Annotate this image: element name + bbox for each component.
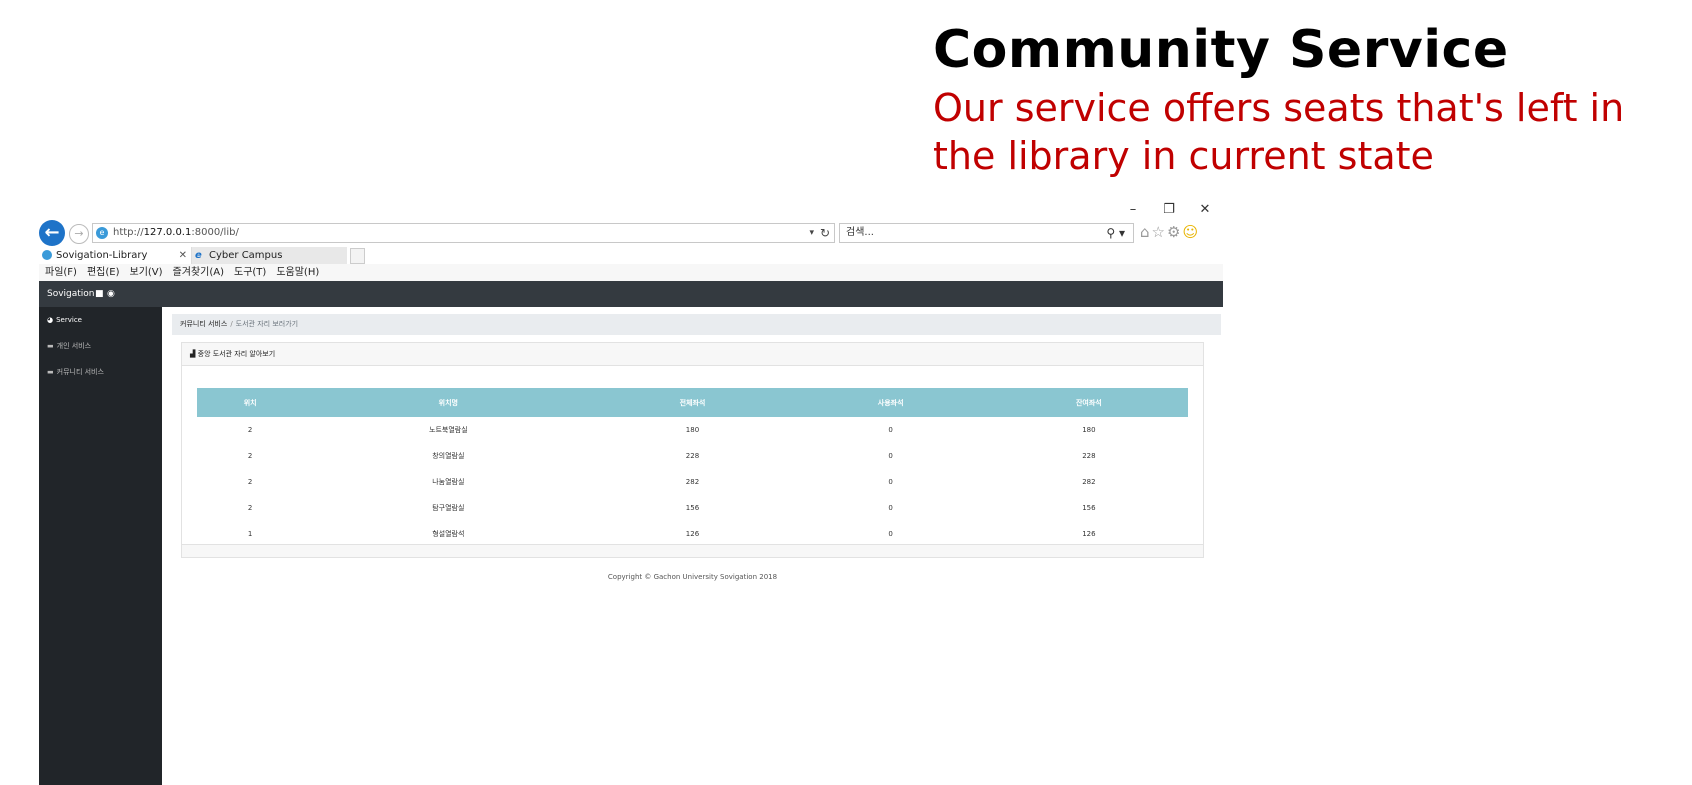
tab-strip: Sovigation-Library ✕ e Cyber Campus <box>39 247 1223 264</box>
table-cell: 0 <box>888 478 893 486</box>
page-footer: Copyright © Gachon University Sovigation… <box>607 573 778 581</box>
column-header: 위치 <box>197 388 304 417</box>
browser-navbar: ← → e http://127.0.0.1:8000/lib/ ▾ ↻ 검색.… <box>39 219 1223 247</box>
card-header: ▟ 중앙 도서관 자리 알아보기 <box>182 343 1203 366</box>
table-cell: 228 <box>1082 452 1096 460</box>
column-header: 위치명 <box>303 388 594 417</box>
table-cell: 노트북열람실 <box>429 426 468 434</box>
favorites-star-icon[interactable]: ☆ <box>1152 223 1165 241</box>
breadcrumb-separator: / <box>230 320 233 328</box>
search-input[interactable]: 검색... ⚲ ▾ <box>839 223 1134 243</box>
slide-subtitle: Our service offers seats that's left in … <box>933 86 1625 178</box>
search-icon[interactable]: ⚲ ▾ <box>1106 224 1125 242</box>
refresh-icon[interactable]: ↻ <box>820 224 830 242</box>
menu-view[interactable]: 보기(V) <box>130 264 163 281</box>
slide-title: Community Service <box>933 20 1509 80</box>
table-header-row: 위치 위치명 전체좌석 사용좌석 잔여좌석 <box>197 388 1188 417</box>
table-row: 2 노트북열람실 180 0 180 <box>197 417 1188 443</box>
sidebar-item-label: 개인 서비스 <box>56 342 92 350</box>
menu-help[interactable]: 도움말(H) <box>276 264 319 281</box>
tab-sovigation-library[interactable]: Sovigation-Library ✕ <box>39 247 192 264</box>
table-cell: 156 <box>1082 504 1096 512</box>
sidebar-item-service[interactable]: ◕ Service <box>47 316 82 324</box>
tab-favicon-icon: e <box>195 250 202 261</box>
table-cell: 0 <box>888 504 893 512</box>
menu-edit[interactable]: 편집(E) <box>87 264 120 281</box>
folder-icon: ▬ <box>47 342 54 350</box>
table-cell: 2 <box>247 478 253 486</box>
table-cell: 0 <box>888 426 893 434</box>
tab-label: Sovigation-Library <box>56 250 148 261</box>
table-cell: 창의열람실 <box>432 452 465 460</box>
search-placeholder: 검색... <box>846 227 874 238</box>
home-icon[interactable]: ⌂ <box>1140 223 1150 241</box>
dashboard-icon: ◕ <box>47 316 54 324</box>
minimize-button[interactable]: – <box>1115 201 1151 219</box>
breadcrumb-parent[interactable]: 커뮤니티 서비스 <box>180 320 227 328</box>
sidebar: ◕ Service ▬ 개인 서비스 ▬ 커뮤니티 서비스 <box>39 307 162 785</box>
seats-table: 위치 위치명 전체좌석 사용좌석 잔여좌석 2 노트북열람실 180 0 180 <box>197 388 1188 547</box>
table-cell: 228 <box>685 452 700 460</box>
table-cell: 180 <box>685 426 700 434</box>
address-url: http://127.0.0.1:8000/lib/ <box>113 227 239 238</box>
menu-toggle-icon[interactable]: ■ <box>95 281 104 307</box>
sidebar-item-label: 커뮤니티 서비스 <box>56 368 104 376</box>
sidebar-item-personal[interactable]: ▬ 개인 서비스 <box>47 341 91 351</box>
close-tab-icon[interactable]: ✕ <box>179 247 187 264</box>
feedback-smiley-icon[interactable]: ☺ <box>1182 223 1198 241</box>
app-brand[interactable]: Sovigation <box>47 281 95 307</box>
table-cell: 2 <box>247 452 253 460</box>
table-cell: 282 <box>685 478 700 486</box>
column-header: 전체좌석 <box>593 388 792 417</box>
page-favicon-icon: e <box>96 227 108 239</box>
tab-favicon-icon <box>42 250 52 260</box>
restore-button[interactable]: ❐ <box>1151 201 1187 219</box>
card-title: 중앙 도서관 자리 알아보기 <box>197 350 276 358</box>
address-bar[interactable]: e http://127.0.0.1:8000/lib/ ▾ ↻ <box>92 223 835 243</box>
menu-favorites[interactable]: 즐겨찾기(A) <box>173 264 224 281</box>
table-row: 2 나눔열람실 282 0 282 <box>197 469 1188 495</box>
table-cell: 나눔열람실 <box>432 478 465 486</box>
tab-cyber-campus[interactable]: e Cyber Campus <box>192 247 347 264</box>
column-header: 사용좌석 <box>791 388 990 417</box>
sidebar-item-label: Service <box>56 316 82 324</box>
table-cell: 탐구열람실 <box>432 504 465 512</box>
user-icon[interactable]: ◉ <box>107 281 115 307</box>
table-cell: 282 <box>1082 478 1096 486</box>
breadcrumb: 커뮤니티 서비스 / 도서관 자리 보러가기 <box>172 314 1221 335</box>
forward-arrow-icon[interactable]: → <box>69 224 89 244</box>
address-dropdown-icon[interactable]: ▾ <box>809 224 814 242</box>
table-cell: 0 <box>888 452 893 460</box>
app-topbar: Sovigation ■ ◉ <box>39 281 1223 307</box>
tab-label: Cyber Campus <box>209 250 283 261</box>
window-controls: – ❐ ✕ <box>1115 201 1223 219</box>
settings-gear-icon[interactable]: ⚙ <box>1167 223 1180 241</box>
table-cell: 2 <box>247 504 253 512</box>
menu-bar: 파일(F) 편집(E) 보기(V) 즐겨찾기(A) 도구(T) 도움말(H) <box>39 264 1223 281</box>
card-footer <box>182 544 1203 557</box>
table-cell: 180 <box>1082 426 1096 434</box>
table-cell: 156 <box>685 504 700 512</box>
table-cell: 2 <box>247 426 253 434</box>
browser-tools: ⌂ ☆ ⚙ ☺ <box>1140 223 1198 241</box>
back-arrow-icon[interactable]: ← <box>39 220 65 246</box>
menu-file[interactable]: 파일(F) <box>45 264 77 281</box>
close-window-button[interactable]: ✕ <box>1187 201 1223 219</box>
sidebar-item-community[interactable]: ▬ 커뮤니티 서비스 <box>47 367 104 377</box>
table-row: 2 창의열람실 228 0 228 <box>197 443 1188 469</box>
seats-card: ▟ 중앙 도서관 자리 알아보기 위치 위치명 전체좌석 사용좌석 잔여좌석 2 <box>181 342 1204 558</box>
table-row: 2 탐구열람실 156 0 156 <box>197 495 1188 521</box>
chair-icon: ▟ <box>190 350 196 358</box>
browser-window: – ❐ ✕ ← → e http://127.0.0.1:8000/lib/ ▾… <box>39 201 1223 785</box>
main-content: 커뮤니티 서비스 / 도서관 자리 보러가기 ▟ 중앙 도서관 자리 알아보기 위치… <box>162 307 1223 785</box>
folder-icon: ▬ <box>47 368 54 376</box>
menu-tools[interactable]: 도구(T) <box>234 264 266 281</box>
column-header: 잔여좌석 <box>989 388 1188 417</box>
new-tab-button[interactable] <box>350 248 365 264</box>
breadcrumb-current: 도서관 자리 보러가기 <box>235 320 299 328</box>
